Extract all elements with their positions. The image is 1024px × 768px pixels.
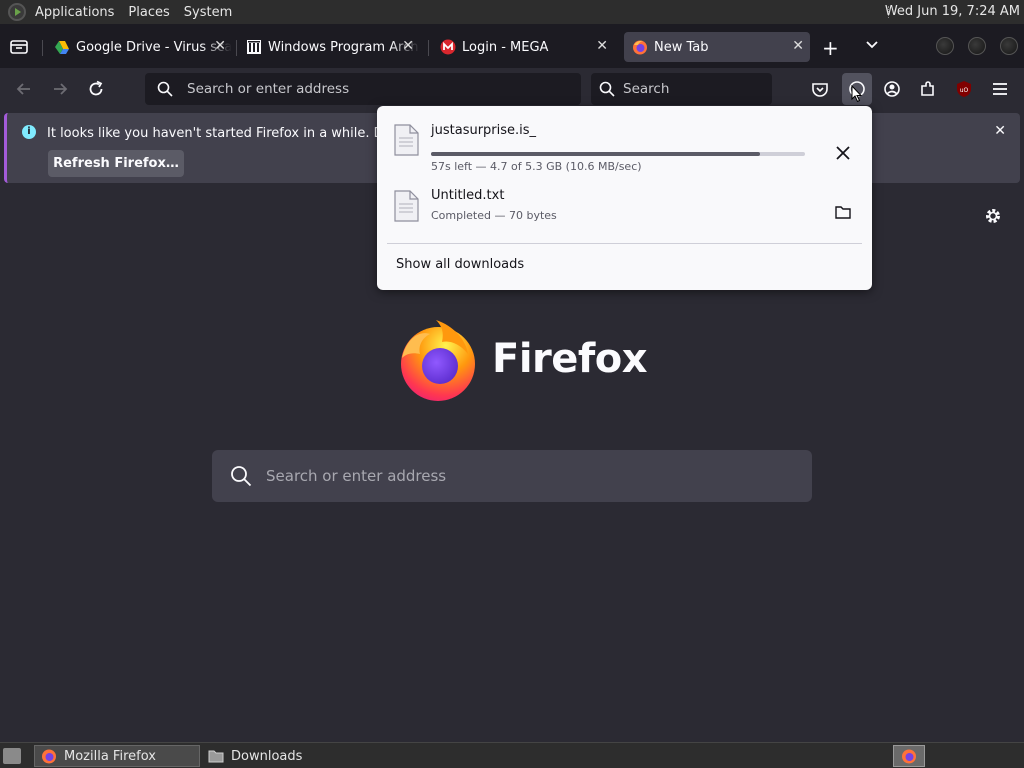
menu-places[interactable]: Places xyxy=(121,5,176,20)
workspace-switcher[interactable] xyxy=(893,745,925,767)
tab-windows-program-archive[interactable]: Windows Program Archive ✕ xyxy=(246,32,420,62)
firefox-icon xyxy=(42,749,56,764)
extensions-puzzle-icon[interactable] xyxy=(918,79,938,99)
firefox-icon xyxy=(633,40,647,55)
search-bar[interactable]: Search xyxy=(591,73,772,105)
back-arrow-icon[interactable] xyxy=(14,79,34,99)
notification-message: It looks like you haven't started Firefo… xyxy=(47,126,420,141)
tab-close-icon[interactable]: ✕ xyxy=(402,38,414,54)
tab-close-icon[interactable]: ✕ xyxy=(596,38,608,54)
tab-strip: Google Drive - Virus scan warning ✕ Wind… xyxy=(0,24,1024,68)
folder-icon xyxy=(208,750,224,763)
tab-list-icon[interactable] xyxy=(10,38,28,54)
taskbar-item-downloads[interactable]: Downloads xyxy=(202,745,370,767)
download-filename: Untitled.txt xyxy=(431,188,505,203)
search-bar-placeholder: Search xyxy=(623,81,670,97)
archive-building-icon xyxy=(247,40,261,54)
pocket-icon[interactable] xyxy=(810,79,830,99)
tab-google-drive[interactable]: Google Drive - Virus scan warning ✕ xyxy=(54,32,232,62)
tab-close-icon[interactable]: ✕ xyxy=(792,38,804,54)
account-icon[interactable] xyxy=(882,79,902,99)
tab-title: Google Drive - Virus scan warning xyxy=(76,39,232,55)
forward-arrow-icon[interactable] xyxy=(50,79,70,99)
menu-applications[interactable]: Applications xyxy=(28,5,121,20)
mouse-cursor-icon xyxy=(851,85,863,103)
downloads-panel: justasurprise.is_ 57s left — 4.7 of 5.3 … xyxy=(377,106,872,290)
tab-new-tab[interactable]: New Tab ✕ xyxy=(624,32,810,62)
tab-title: Login - MEGA xyxy=(462,39,549,55)
tab-divider xyxy=(428,40,429,56)
download-status: 57s left — 4.7 of 5.3 GB (10.6 MB/sec) xyxy=(431,160,642,173)
search-icon xyxy=(157,81,173,97)
notification-close-icon[interactable]: ✕ xyxy=(994,123,1006,139)
hero-search-input[interactable]: Search or enter address xyxy=(212,450,812,502)
download-progress-fill xyxy=(431,152,761,156)
refresh-firefox-button[interactable]: Refresh Firefox… xyxy=(48,150,184,177)
gear-icon[interactable] xyxy=(984,207,1002,225)
clock[interactable]: Wed Jun 19, 7:24 AM xyxy=(885,4,1020,19)
chevron-down-icon[interactable] xyxy=(864,36,880,52)
tab-login-mega[interactable]: Login - MEGA ✕ xyxy=(440,32,614,62)
firefox-wordmark: Firefox xyxy=(492,336,648,382)
downloads-button[interactable] xyxy=(842,73,872,105)
panel-divider xyxy=(387,243,862,244)
file-icon xyxy=(394,190,419,222)
taskbar-item-label: Mozilla Firefox xyxy=(64,748,156,764)
download-item[interactable]: Untitled.txt Completed — 70 bytes xyxy=(377,180,872,242)
file-icon xyxy=(394,124,419,156)
bottom-taskbar: Mozilla Firefox Downloads xyxy=(0,742,1024,768)
window-maximize-button[interactable] xyxy=(968,37,986,55)
top-panel: Applications Places System Wed Jun 19, 7… xyxy=(0,0,1024,24)
panel-menu: Applications Places System xyxy=(0,3,239,21)
menu-system[interactable]: System xyxy=(177,5,239,20)
show-desktop-icon[interactable] xyxy=(3,748,21,764)
tab-divider xyxy=(42,40,43,56)
url-bar[interactable]: Search or enter address xyxy=(145,73,581,105)
download-progress-bar xyxy=(431,152,805,156)
ublock-origin-icon[interactable]: uO xyxy=(954,79,974,99)
tab-close-icon[interactable]: ✕ xyxy=(214,38,226,54)
google-drive-icon xyxy=(55,41,69,54)
firefox-logo-icon xyxy=(401,320,475,401)
nav-toolbar: Search or enter address Search uO xyxy=(0,68,1024,110)
taskbar-item-label: Downloads xyxy=(231,748,303,764)
hamburger-menu-icon[interactable] xyxy=(990,79,1010,99)
taskbar-item-firefox[interactable]: Mozilla Firefox xyxy=(34,745,200,767)
download-filename: justasurprise.is_ xyxy=(431,123,537,138)
folder-icon[interactable] xyxy=(835,204,851,220)
url-bar-placeholder: Search or enter address xyxy=(187,81,350,97)
window-close-button[interactable] xyxy=(1000,37,1018,55)
tab-title: Windows Program Archive xyxy=(268,39,420,55)
info-icon: i xyxy=(22,125,36,139)
cancel-download-icon[interactable] xyxy=(835,145,851,161)
download-status: Completed — 70 bytes xyxy=(431,209,557,222)
search-icon xyxy=(231,466,252,487)
mega-icon xyxy=(440,39,456,55)
window-minimize-button[interactable] xyxy=(936,37,954,55)
distro-logo-icon[interactable] xyxy=(8,3,26,21)
hero-search-placeholder: Search or enter address xyxy=(266,467,447,485)
firefox-icon xyxy=(902,749,916,764)
reload-icon[interactable] xyxy=(86,79,106,99)
show-all-downloads-link[interactable]: Show all downloads xyxy=(396,257,524,272)
svg-text:uO: uO xyxy=(960,87,969,94)
tab-divider xyxy=(236,40,237,56)
search-icon xyxy=(599,81,615,97)
tab-title: New Tab xyxy=(654,39,709,55)
download-item[interactable]: justasurprise.is_ 57s left — 4.7 of 5.3 … xyxy=(377,114,872,176)
new-tab-plus-icon[interactable]: + xyxy=(822,36,839,60)
